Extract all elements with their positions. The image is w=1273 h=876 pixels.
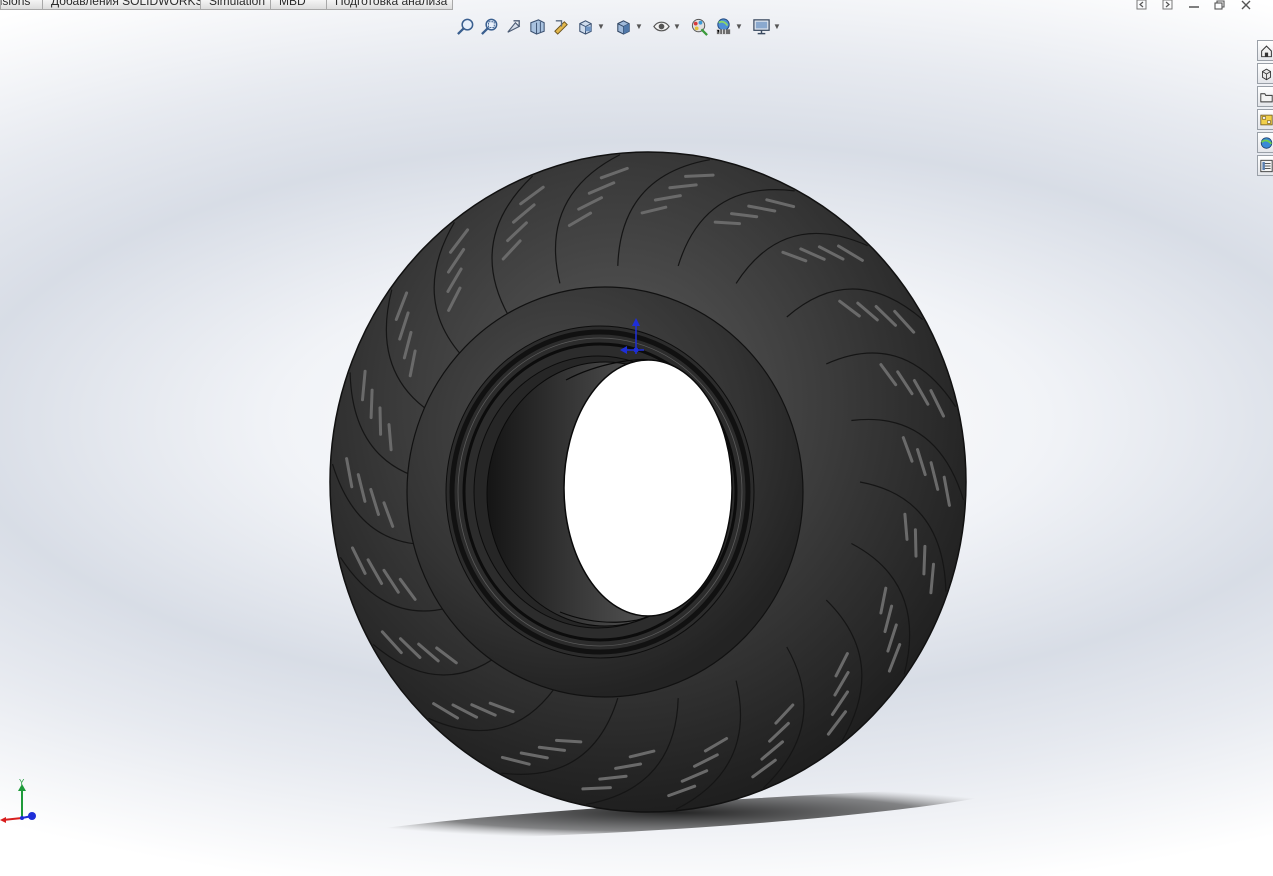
- next-window-button[interactable]: [1155, 0, 1181, 12]
- previous-view-icon: [506, 19, 520, 33]
- close-button[interactable]: [1233, 0, 1259, 12]
- tread-rib: [581, 786, 612, 791]
- prev-window-icon: [1136, 0, 1147, 10]
- view-palette-icon: [1260, 114, 1273, 125]
- dynamic-annotation-button[interactable]: [550, 15, 572, 37]
- tab-solidworks-addins[interactable]: Добавления SOLIDWORKS: [42, 0, 201, 10]
- minimize-button[interactable]: [1181, 0, 1207, 12]
- hide-show-items-icon: [652, 21, 670, 31]
- apply-scene-button[interactable]: [712, 15, 734, 37]
- hide-show-items-button[interactable]: [650, 15, 672, 37]
- dynamic-annotation-icon: [553, 19, 568, 35]
- tire-bore: [486, 358, 733, 627]
- zoom-to-area-icon: [480, 18, 497, 35]
- triad-y-label: Y: [19, 778, 25, 787]
- tread-rib: [387, 423, 393, 452]
- close-icon: [1241, 0, 1251, 10]
- next-window-icon: [1162, 0, 1173, 10]
- view-settings-dropdown[interactable]: ▼: [773, 15, 781, 37]
- hide-show-items-dropdown[interactable]: ▼: [673, 15, 681, 37]
- apply-scene-dropdown[interactable]: ▼: [735, 15, 743, 37]
- view-orientation-icon: [578, 19, 592, 35]
- display-style-dropdown[interactable]: ▼: [635, 15, 643, 37]
- view-settings-icon: [752, 18, 770, 34]
- tread-rib: [903, 512, 909, 541]
- tread-rib: [913, 528, 918, 558]
- tab-mbd[interactable]: MBD: [270, 0, 327, 10]
- section-view-icon: [529, 18, 545, 35]
- prev-window-button[interactable]: [1129, 0, 1155, 12]
- edit-appearance-button[interactable]: [688, 15, 710, 37]
- graphics-area[interactable]: Y ensions Добавления SOLIDWORKS Simulati…: [0, 0, 1273, 876]
- zoom-to-fit-button[interactable]: [454, 15, 476, 37]
- previous-view-button[interactable]: [502, 15, 524, 37]
- view-settings-button[interactable]: [750, 15, 772, 37]
- tab-extensions[interactable]: ensions: [0, 0, 43, 10]
- task-pane-resources[interactable]: [1257, 40, 1273, 61]
- task-pane-tabs: [1257, 40, 1273, 178]
- tread-rib: [684, 173, 715, 178]
- file-explorer-icon: [1260, 92, 1273, 102]
- tread-rib: [713, 220, 741, 226]
- section-view-button[interactable]: [526, 15, 548, 37]
- appearances-scenes-icon: [1260, 136, 1273, 149]
- command-manager-tabs: ensions Добавления SOLIDWORKS Simulation…: [0, 0, 453, 10]
- view-orientation-dropdown[interactable]: ▼: [597, 15, 605, 37]
- restore-icon: [1214, 0, 1225, 10]
- task-pane-file-explorer[interactable]: [1257, 86, 1273, 107]
- tire-model[interactable]: [0, 0, 1273, 876]
- tread-rib: [555, 738, 583, 744]
- minimize-icon: [1189, 6, 1199, 8]
- zoom-to-area-button[interactable]: [478, 15, 500, 37]
- view-orientation-button[interactable]: [574, 15, 596, 37]
- tread-rib: [378, 406, 383, 436]
- apply-scene-icon: [716, 17, 730, 34]
- display-style-icon: [616, 19, 630, 35]
- edit-appearance-icon: [691, 18, 708, 36]
- task-pane-custom-properties[interactable]: [1257, 155, 1273, 176]
- display-style-button[interactable]: [612, 15, 634, 37]
- tab-simulation[interactable]: Simulation: [200, 0, 271, 10]
- design-library-icon: [1261, 68, 1272, 80]
- task-pane-view-palette[interactable]: [1257, 109, 1273, 130]
- document-window-controls: [1129, 0, 1259, 12]
- reference-triad[interactable]: Y: [0, 776, 44, 828]
- task-pane-design-library[interactable]: [1257, 63, 1273, 84]
- restore-button[interactable]: [1207, 0, 1233, 12]
- tread-rib: [369, 388, 374, 420]
- custom-properties-icon: [1260, 159, 1273, 172]
- zoom-to-fit-icon: [456, 18, 473, 35]
- tread-rib: [922, 544, 927, 576]
- heads-up-view-toolbar: ▼ ▼ ▼ ▼ ▼: [453, 14, 787, 38]
- solidworks-resources-icon: [1261, 44, 1272, 57]
- task-pane-appearances[interactable]: [1257, 132, 1273, 153]
- tab-analysis-preparation[interactable]: Подготовка анализа: [326, 0, 453, 10]
